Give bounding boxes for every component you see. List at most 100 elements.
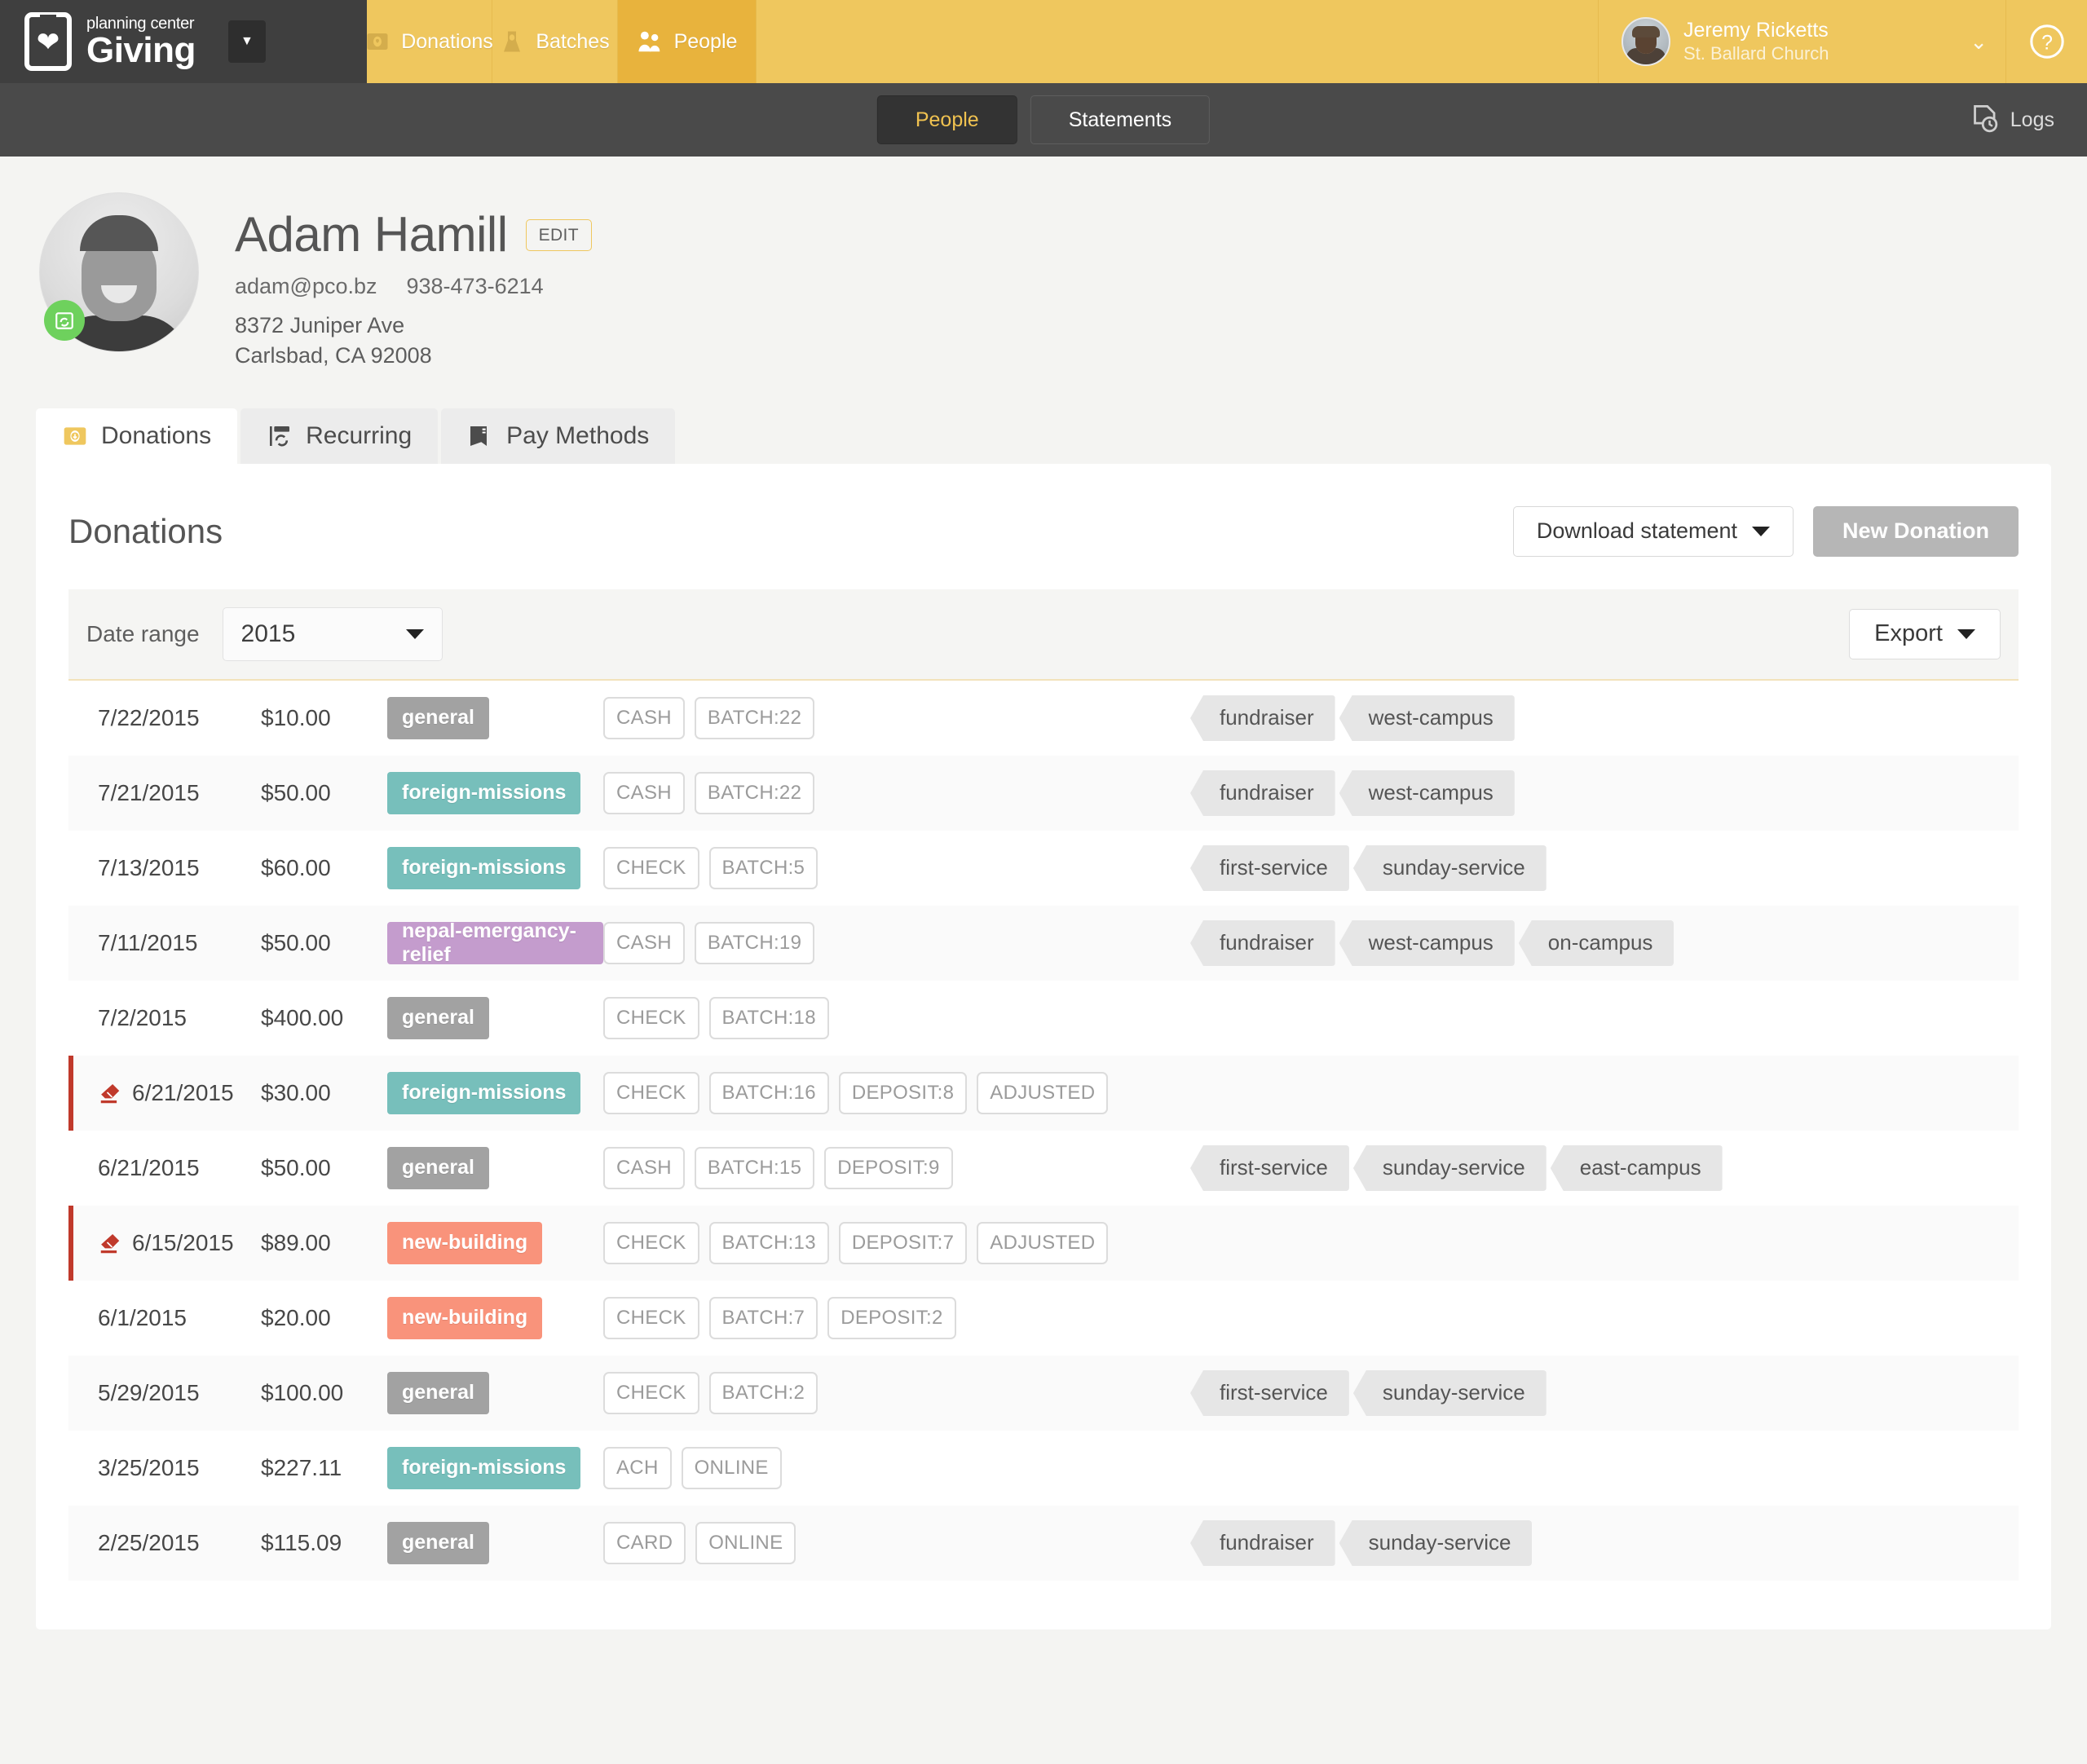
profile-email[interactable]: adam@pco.bz [235, 274, 377, 299]
chevron-down-icon [1752, 526, 1770, 536]
tab-donations[interactable]: Donations [36, 408, 238, 464]
fund-badge[interactable]: general [387, 696, 489, 739]
meta-badge: BATCH:15 [694, 1146, 815, 1189]
fund-badge[interactable]: new-building [387, 1221, 543, 1264]
meta-badge: BATCH:7 [708, 1296, 818, 1339]
app-brand[interactable]: ❤ planning center Giving ▼ [0, 0, 367, 83]
donation-meta-cell: CHECK BATCH:2 [603, 1371, 1190, 1414]
tag-badge[interactable]: fundraiser [1190, 695, 1335, 741]
fund-badge[interactable]: general [387, 1371, 489, 1414]
tag-badge[interactable]: first-service [1190, 1144, 1349, 1191]
tag-badge[interactable]: fundraiser [1190, 770, 1335, 816]
logs-button[interactable]: Logs [1971, 105, 2054, 135]
fund-badge[interactable]: new-building [387, 1296, 543, 1339]
profile-tabs: Donations Recurring Pay Methods [36, 408, 2087, 464]
meta-badge: ADJUSTED [977, 1071, 1109, 1114]
meta-badge: ONLINE [695, 1521, 796, 1564]
donation-fund-cell: general [387, 696, 603, 739]
fund-badge[interactable]: nepal-emergancy-relief [387, 919, 603, 966]
meta-badge: BATCH:16 [708, 1071, 829, 1114]
meta-badge: BATCH:2 [708, 1371, 818, 1414]
donation-amount: $30.00 [261, 1079, 331, 1105]
tab-statements[interactable]: Statements [1030, 95, 1211, 144]
fund-badge[interactable]: foreign-missions [387, 771, 581, 814]
table-row[interactable]: 6/1/2015 $20.00 new-building CHECK BATCH:7 DE… [68, 1281, 2019, 1356]
fund-badge[interactable]: foreign-missions [387, 846, 581, 889]
donation-meta-cell: CHECK BATCH:5 [603, 846, 1190, 889]
meta-badge: CHECK [603, 1296, 699, 1339]
top-navigation-bar: ❤ planning center Giving ▼ Donations Bat… [0, 0, 2087, 83]
batch-icon [500, 29, 524, 54]
donation-tags-cell: fundraiser west-campus [1190, 770, 2019, 816]
meta-badge: CHECK [603, 996, 699, 1039]
donation-date-cell: 6/1/2015 [98, 1305, 261, 1331]
meta-badge: DEPOSIT:9 [824, 1146, 953, 1189]
user-menu[interactable]: Jeremy Ricketts St. Ballard Church ⌄ [1598, 0, 2005, 83]
table-row[interactable]: 7/2/2015 $400.00 general CHECK BATCH:18 [68, 981, 2019, 1056]
nav-tab-batches[interactable]: Batches [492, 0, 618, 83]
table-row[interactable]: 6/21/2015 $50.00 general CASH BATCH:15 DEPOSI… [68, 1131, 2019, 1206]
table-row[interactable]: 7/13/2015 $60.00 foreign-missions CHECK BATC… [68, 831, 2019, 906]
donation-date: 7/21/2015 [98, 779, 200, 805]
tag-badge[interactable]: sunday-service [1352, 1369, 1546, 1416]
app-switcher-button[interactable]: ▼ [227, 20, 266, 63]
donation-date: 6/15/2015 [132, 1229, 234, 1255]
tag-badge[interactable]: west-campus [1339, 770, 1515, 816]
tag-badge[interactable]: sunday-service [1352, 845, 1546, 891]
new-donation-button[interactable]: New Donation [1813, 505, 2019, 557]
tag-badge[interactable]: west-campus [1339, 695, 1515, 741]
donation-tags-cell: first-service sunday-service east-campus [1190, 1144, 2019, 1191]
table-row[interactable]: 3/25/2015 $227.11 foreign-missions ACH ONLIN… [68, 1431, 2019, 1506]
meta-badge: BATCH:18 [708, 996, 829, 1039]
nav-tab-batches-label: Batches [536, 29, 610, 53]
tag-badge[interactable]: on-campus [1518, 919, 1674, 966]
tag-badge[interactable]: first-service [1190, 1369, 1349, 1416]
tag-badge[interactable]: first-service [1190, 845, 1349, 891]
meta-badge: CASH [603, 1146, 685, 1189]
tab-people[interactable]: People [876, 95, 1017, 144]
donation-amount: $50.00 [261, 779, 331, 805]
fund-badge[interactable]: foreign-missions [387, 1071, 581, 1114]
tag-badge[interactable]: sunday-service [1339, 1519, 1533, 1566]
tab-recurring-label: Recurring [306, 421, 413, 449]
date-range-select[interactable]: 2015 [222, 606, 443, 661]
fund-badge[interactable]: foreign-missions [387, 1446, 581, 1489]
table-row[interactable]: 7/22/2015 $10.00 general CASH BATCH:22 fundra… [68, 681, 2019, 756]
donation-date-cell: 6/21/2015 [98, 1155, 261, 1181]
meta-badge: DEPOSIT:7 [838, 1221, 968, 1264]
table-row[interactable]: 5/29/2015 $100.00 general CHECK BATCH:2 first… [68, 1355, 2019, 1431]
meta-badge: BATCH:5 [708, 846, 818, 889]
tag-badge[interactable]: west-campus [1339, 919, 1515, 966]
chevron-down-icon [405, 628, 424, 639]
tab-pay-methods[interactable]: Pay Methods [441, 408, 676, 464]
tag-badge[interactable]: east-campus [1550, 1144, 1723, 1191]
fund-badge[interactable]: general [387, 1521, 489, 1564]
fund-badge[interactable]: general [387, 1146, 489, 1189]
heart-icon: ❤ [36, 27, 60, 59]
export-button[interactable]: Export [1849, 608, 2001, 659]
help-button[interactable]: ? [2005, 0, 2087, 83]
download-statement-button[interactable]: Download statement [1512, 505, 1794, 557]
fund-badge[interactable]: general [387, 996, 489, 1039]
meta-badge: BATCH:22 [694, 771, 815, 814]
meta-badge: CASH [603, 921, 685, 964]
table-row[interactable]: 7/21/2015 $50.00 foreign-missions CASH BATCH… [68, 755, 2019, 831]
edit-button[interactable]: EDIT [525, 218, 593, 251]
donation-icon [365, 29, 390, 54]
donation-date-cell: 5/29/2015 [98, 1380, 261, 1406]
tag-badge[interactable]: fundraiser [1190, 919, 1335, 966]
table-row[interactable]: 6/21/2015 $30.00 foreign-missions CHECK BATC… [68, 1055, 2019, 1131]
tag-badge[interactable]: sunday-service [1352, 1144, 1546, 1191]
table-row[interactable]: 2/25/2015 $115.09 general CARD ONLINE fundrai… [68, 1505, 2019, 1581]
meta-badge: ONLINE [681, 1446, 782, 1489]
profile-phone: 938-473-6214 [406, 274, 544, 298]
chevron-down-icon[interactable]: ⌄ [1970, 29, 1988, 55]
tag-badge[interactable]: fundraiser [1190, 1519, 1335, 1566]
donation-meta-cell: CASH BATCH:22 [603, 696, 1190, 739]
tab-recurring[interactable]: Recurring [240, 408, 439, 464]
nav-tab-donations[interactable]: Donations [365, 0, 493, 83]
nav-tab-people[interactable]: People [618, 0, 757, 83]
table-row[interactable]: 6/15/2015 $89.00 new-building CHECK BATCH:13… [68, 1205, 2019, 1281]
table-row[interactable]: 7/11/2015 $50.00 nepal-emergancy-relief CAS… [68, 905, 2019, 981]
donation-tags-cell: fundraiser west-campus on-campus [1190, 919, 2019, 966]
